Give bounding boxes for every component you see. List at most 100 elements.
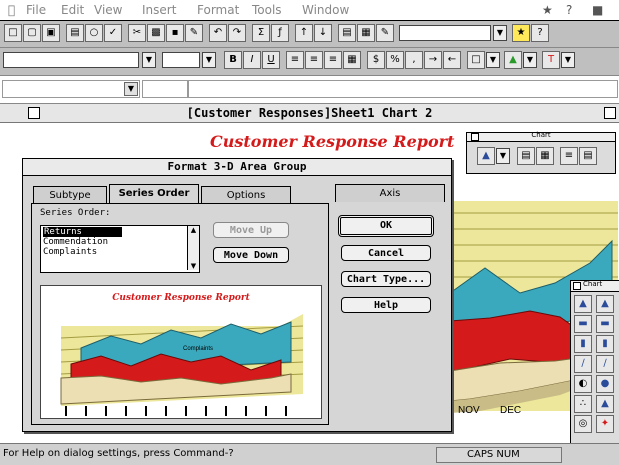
- 3d-surface-chart-icon[interactable]: ▲: [596, 395, 614, 413]
- area-chart-icon[interactable]: ▲: [574, 295, 592, 313]
- tab-options[interactable]: Options: [201, 186, 291, 204]
- bold-icon[interactable]: B: [224, 51, 242, 69]
- font-color-dropdown[interactable]: ▼: [561, 52, 575, 68]
- comma-icon[interactable]: ,: [405, 51, 423, 69]
- zoom-dropdown[interactable]: ▼: [493, 25, 507, 41]
- move-up-button[interactable]: Move Up: [213, 222, 289, 238]
- finder-icon[interactable]: ■: [592, 3, 603, 17]
- chart-wizard-small-icon[interactable]: ▦: [536, 147, 554, 165]
- scatter-chart-icon[interactable]: ∴: [574, 395, 592, 413]
- font-name-field[interactable]: [3, 52, 139, 68]
- font-size-dropdown[interactable]: ▼: [202, 52, 216, 68]
- align-center-icon[interactable]: ≡: [305, 51, 323, 69]
- chart-title[interactable]: Customer Response Report: [210, 132, 454, 151]
- menu-file[interactable]: File: [26, 3, 46, 17]
- open-icon[interactable]: ▢: [23, 24, 41, 42]
- redo-icon[interactable]: ↷: [228, 24, 246, 42]
- function-icon[interactable]: ƒ: [271, 24, 289, 42]
- align-left-icon[interactable]: ≡: [286, 51, 304, 69]
- tab-axis[interactable]: Axis: [335, 184, 445, 202]
- map-icon[interactable]: ▦: [357, 24, 375, 42]
- font-size-field[interactable]: [162, 52, 200, 68]
- decrease-decimal-icon[interactable]: ←: [443, 51, 461, 69]
- paste-icon[interactable]: ▪: [166, 24, 184, 42]
- tab-series-order[interactable]: Series Order: [109, 184, 199, 204]
- font-name-dropdown[interactable]: ▼: [142, 52, 156, 68]
- italic-icon[interactable]: I: [243, 51, 261, 69]
- font-color-icon[interactable]: T: [542, 51, 560, 69]
- zoom-box-icon[interactable]: [604, 107, 616, 119]
- apple-menu-icon[interactable]: : [8, 3, 15, 17]
- merge-center-icon[interactable]: ▦: [343, 51, 361, 69]
- name-box[interactable]: [2, 80, 140, 98]
- menu-view[interactable]: View: [94, 3, 122, 17]
- underline-icon[interactable]: U: [262, 51, 280, 69]
- move-down-button[interactable]: Move Down: [213, 247, 289, 263]
- gridlines-icon[interactable]: ≡: [560, 147, 578, 165]
- sort-ascending-icon[interactable]: ↑: [295, 24, 313, 42]
- fill-color-icon[interactable]: ▲: [504, 51, 522, 69]
- chart-type-button[interactable]: Chart Type...: [341, 271, 431, 287]
- series-list-scrollbar[interactable]: ▲ ▼: [187, 226, 199, 270]
- menu-format[interactable]: Format: [197, 3, 239, 17]
- tab-subtype[interactable]: Subtype: [33, 186, 107, 204]
- series-item-returns[interactable]: Returns: [43, 227, 122, 237]
- spelling-icon[interactable]: ✓: [104, 24, 122, 42]
- format-painter-icon[interactable]: ✎: [185, 24, 203, 42]
- standard-toolbar: □ ▢ ▣ ▤ ○ ✓ ✂ ▩ ▪ ✎ ↶ ↷ Σ ƒ ↑ ↓ ▤ ▦ ✎ ▼ …: [0, 21, 619, 48]
- currency-icon[interactable]: $: [367, 51, 385, 69]
- ok-button[interactable]: OK: [338, 215, 434, 237]
- cut-icon[interactable]: ✂: [128, 24, 146, 42]
- align-right-icon[interactable]: ≡: [324, 51, 342, 69]
- formula-input[interactable]: [188, 80, 618, 98]
- menu-tools[interactable]: Tools: [252, 3, 282, 17]
- default-chart-icon[interactable]: ▤: [517, 147, 535, 165]
- zoom-field[interactable]: [399, 25, 491, 41]
- tipwizard-icon[interactable]: ★: [512, 24, 530, 42]
- 3d-column-chart-icon[interactable]: ▮: [596, 335, 614, 353]
- app-menu-icon[interactable]: ★: [542, 3, 553, 17]
- chart-wizard-icon[interactable]: ▤: [338, 24, 356, 42]
- palette-close-icon[interactable]: [573, 282, 581, 290]
- increase-decimal-icon[interactable]: →: [424, 51, 442, 69]
- percent-icon[interactable]: %: [386, 51, 404, 69]
- name-box-dropdown[interactable]: ▼: [124, 82, 138, 96]
- bar-chart-icon[interactable]: ▬: [574, 315, 592, 333]
- autosum-icon[interactable]: Σ: [252, 24, 270, 42]
- save-icon[interactable]: ▣: [42, 24, 60, 42]
- 3d-area-chart-icon[interactable]: ▲: [596, 295, 614, 313]
- print-preview-icon[interactable]: ○: [85, 24, 103, 42]
- menu-edit[interactable]: Edit: [61, 3, 84, 17]
- menu-window[interactable]: Window: [302, 3, 349, 17]
- radar-chart-icon[interactable]: ✦: [596, 415, 614, 433]
- sort-descending-icon[interactable]: ↓: [314, 24, 332, 42]
- series-item-commendation[interactable]: Commendation: [43, 237, 108, 247]
- 3d-bar-chart-icon[interactable]: ▬: [596, 315, 614, 333]
- pie-chart-icon[interactable]: ◐: [574, 375, 592, 393]
- help-pointer-icon[interactable]: ?: [531, 24, 549, 42]
- help-menu-icon[interactable]: ?: [566, 3, 572, 17]
- print-icon[interactable]: ▤: [66, 24, 84, 42]
- 3d-pie-chart-icon[interactable]: ●: [596, 375, 614, 393]
- drawing-icon[interactable]: ✎: [376, 24, 394, 42]
- chart-type-icon[interactable]: ▲: [477, 147, 495, 165]
- scroll-up-icon[interactable]: ▲: [188, 226, 199, 234]
- menu-insert[interactable]: Insert: [142, 3, 176, 17]
- borders-icon[interactable]: □: [467, 51, 485, 69]
- new-icon[interactable]: □: [4, 24, 22, 42]
- copy-icon[interactable]: ▩: [147, 24, 165, 42]
- fill-color-dropdown[interactable]: ▼: [523, 52, 537, 68]
- series-list[interactable]: Returns Commendation Complaints ▲ ▼: [40, 225, 200, 273]
- line-chart-icon[interactable]: ∕: [574, 355, 592, 373]
- series-item-complaints[interactable]: Complaints: [43, 247, 97, 257]
- scroll-down-icon[interactable]: ▼: [188, 262, 199, 270]
- chart-type-dropdown[interactable]: ▼: [496, 148, 510, 164]
- cancel-button[interactable]: Cancel: [341, 245, 431, 261]
- column-chart-icon[interactable]: ▮: [574, 335, 592, 353]
- undo-icon[interactable]: ↶: [209, 24, 227, 42]
- help-button[interactable]: Help: [341, 297, 431, 313]
- legend-icon[interactable]: ▤: [579, 147, 597, 165]
- 3d-line-chart-icon[interactable]: ∕: [596, 355, 614, 373]
- borders-dropdown[interactable]: ▼: [486, 52, 500, 68]
- doughnut-chart-icon[interactable]: ◎: [574, 415, 592, 433]
